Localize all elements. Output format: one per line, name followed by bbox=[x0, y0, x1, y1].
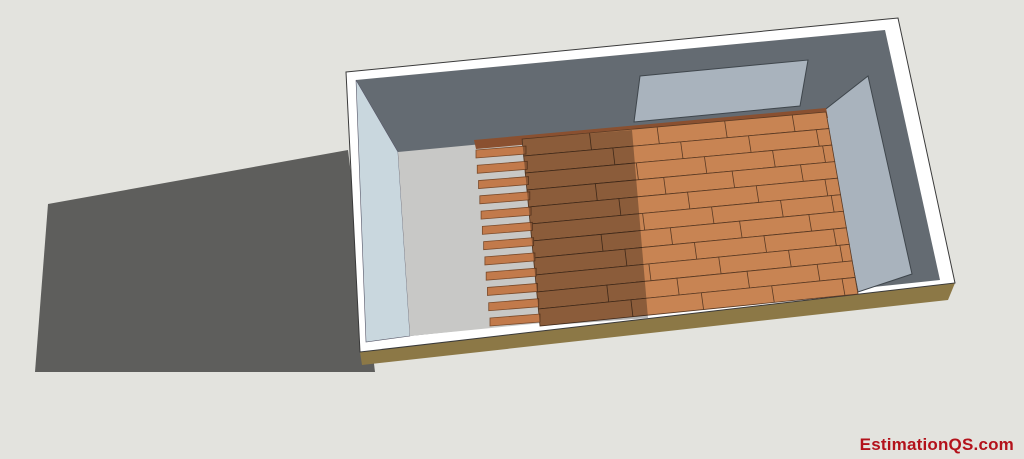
sketchup-room-scene bbox=[35, 17, 956, 372]
ground-shadow bbox=[35, 150, 375, 372]
site-watermark: EstimationQS.com bbox=[859, 435, 1014, 454]
decking-shadow bbox=[522, 130, 648, 326]
